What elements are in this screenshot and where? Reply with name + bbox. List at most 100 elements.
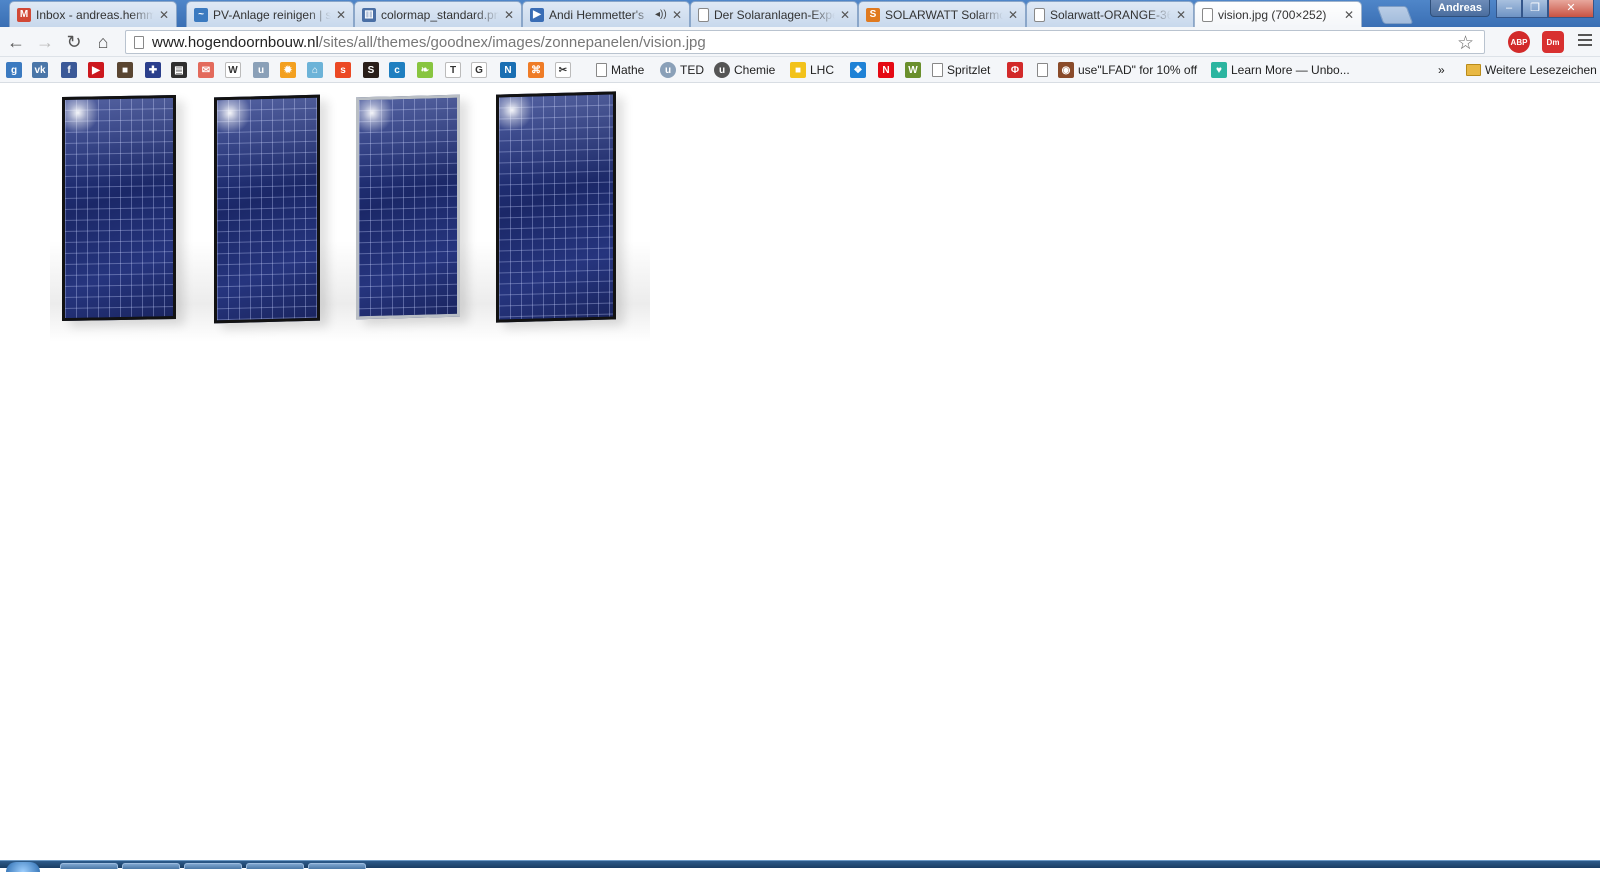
bookmark-wikipedia[interactable]: W <box>225 62 241 78</box>
tab-close-icon[interactable]: ✕ <box>503 9 515 21</box>
tab-title: Solarwatt-ORANGE-36 <box>1050 7 1171 22</box>
tab-close-icon[interactable]: ✕ <box>1007 9 1019 21</box>
uk-flag-icon: ✚ <box>145 62 161 78</box>
profile-button[interactable]: Andreas <box>1430 0 1491 17</box>
coupon-icon: ◉ <box>1058 62 1074 78</box>
bookmark-tu[interactable]: u <box>253 62 269 78</box>
tab-close-icon[interactable]: ✕ <box>839 9 851 21</box>
bookmark-star-icon[interactable]: ☆ <box>1457 32 1474 55</box>
tab-6[interactable]: S SOLARWATT Solarmodule ✕ <box>858 1 1026 27</box>
mail-icon: ✉ <box>198 62 214 78</box>
bookmark-spritzlet[interactable]: Spritzlet <box>932 62 990 78</box>
page-icon <box>596 63 607 77</box>
bookmark-sun[interactable]: ✹ <box>280 62 296 78</box>
bookmark-mail[interactable]: ✉ <box>198 62 214 78</box>
bookmark-g-site[interactable]: G <box>471 62 487 78</box>
t-icon: T <box>445 62 461 78</box>
bookmark-photo-site[interactable]: ■ <box>117 62 133 78</box>
bookmark-label: Spritzlet <box>947 63 991 77</box>
photo-site-icon: ■ <box>117 62 133 78</box>
back-button[interactable]: ← <box>5 31 27 53</box>
bookmark-label: LHC <box>810 63 835 77</box>
bookmark-t[interactable]: T <box>445 62 461 78</box>
start-button[interactable] <box>6 862 40 872</box>
bookmark-stumbleupon[interactable]: s <box>335 62 351 78</box>
tab-close-icon[interactable]: ✕ <box>1175 9 1187 21</box>
download-manager-icon[interactable]: Dm <box>1542 31 1564 53</box>
tab-title: Der Solaranlagen-Experte <box>714 7 835 22</box>
taskbar-item-other[interactable] <box>308 863 366 869</box>
tu-chemie-icon: u <box>714 62 730 78</box>
bookmark-ndr[interactable]: N <box>500 62 516 78</box>
sun-icon: ✹ <box>280 62 296 78</box>
bookmark-youtube[interactable]: ▶ <box>88 62 104 78</box>
bookmark-mathe[interactable]: Mathe <box>596 62 644 78</box>
minimize-button[interactable]: – <box>1496 0 1522 18</box>
close-window-button[interactable]: ✕ <box>1548 0 1594 18</box>
bookmark-label: use"LFAD" for 10% off <box>1078 63 1198 77</box>
tab-close-icon[interactable]: ✕ <box>1343 9 1355 21</box>
new-tab-button[interactable] <box>1376 6 1414 24</box>
tab-1[interactable]: M Inbox - andreas.hemmetter ✕ <box>9 1 177 27</box>
bookmark-netflix[interactable]: N <box>878 62 894 78</box>
adblock-plus-icon[interactable]: ABP <box>1508 31 1530 53</box>
address-bar[interactable]: www.hogendoornbouw.nl/sites/all/themes/g… <box>125 30 1485 54</box>
audio-playing-icon[interactable]: ◂)) <box>655 9 667 20</box>
forward-button[interactable]: → <box>34 31 56 53</box>
bookmark-vk[interactable]: vk <box>32 62 48 78</box>
tab-close-icon[interactable]: ✕ <box>335 9 347 21</box>
bookmark-lhc[interactable]: ■ LHC <box>790 62 834 78</box>
other-bookmarks-label: Weitere Lesezeichen <box>1485 63 1597 77</box>
bookmark-shop[interactable]: ▤ <box>171 62 187 78</box>
bookmark-ted[interactable]: u TED <box>660 62 704 78</box>
url-text[interactable]: www.hogendoornbouw.nl/sites/all/themes/g… <box>152 34 706 51</box>
tab-title: colormap_standard.png <box>381 7 499 22</box>
tab-7[interactable]: Solarwatt-ORANGE-36 ✕ <box>1026 1 1194 27</box>
orange-icon: ⌘ <box>528 62 544 78</box>
bookmark-boat[interactable]: ⌂ <box>307 62 323 78</box>
tab-close-icon[interactable]: ✕ <box>671 9 683 21</box>
maximize-button[interactable]: ❐ <box>1522 0 1548 18</box>
tab-8[interactable]: vision.jpg (700×252) ✕ <box>1194 1 1362 27</box>
bookmark-label: Learn More — Unbo... <box>1231 63 1350 77</box>
bookmark-chemie[interactable]: u Chemie <box>714 62 775 78</box>
bookmark-learn-more[interactable]: ♥ Learn More — Unbo... <box>1211 62 1350 78</box>
taskbar-item-chrome[interactable] <box>246 863 304 869</box>
gmail-icon: M <box>17 7 31 22</box>
bookmark-blank[interactable] <box>1037 62 1048 78</box>
taskbar-item-app[interactable] <box>184 863 242 869</box>
bookmark-dropbox[interactable]: ❖ <box>850 62 866 78</box>
bookmark-lcwo[interactable]: W <box>905 62 921 78</box>
bookmark-tool[interactable]: ✂ <box>555 62 571 78</box>
dark-app-icon: S <box>363 62 379 78</box>
bookmark-leaf[interactable]: ❧ <box>417 62 433 78</box>
reload-button[interactable]: ↻ <box>63 31 85 53</box>
bookmark-refresh-site[interactable]: c <box>389 62 405 78</box>
tab-5[interactable]: Der Solaranlagen-Experte ✕ <box>690 1 858 27</box>
bookmark-lfad[interactable]: ◉ use"LFAD" for 10% off <box>1058 62 1197 78</box>
tab-title: Inbox - andreas.hemmetter <box>36 7 154 22</box>
tab-close-icon[interactable]: ✕ <box>158 9 170 21</box>
other-bookmarks-folder[interactable]: Weitere Lesezeichen <box>1466 62 1597 78</box>
tab-4[interactable]: ▶ Andi Hemmetter's ◂)) ✕ <box>522 1 690 27</box>
windows-taskbar <box>0 860 1600 872</box>
solarwatt-icon: S <box>866 7 880 22</box>
boat-icon: ⌂ <box>307 62 323 78</box>
tab-title: PV-Anlage reinigen | solar <box>213 7 331 22</box>
bookmark-orange[interactable]: ⌘ <box>528 62 544 78</box>
google-plus-icon: g <box>6 62 22 78</box>
home-button[interactable]: ⌂ <box>92 31 114 53</box>
bookmark-google-plus[interactable]: g <box>6 62 22 78</box>
taskbar-item-browser[interactable] <box>122 863 180 869</box>
bookmark-dark-app[interactable]: S <box>363 62 379 78</box>
tab-3[interactable]: ▥ colormap_standard.png ✕ <box>354 1 522 27</box>
bookmark-facebook[interactable]: f <box>61 62 77 78</box>
taskbar-item-explorer[interactable] <box>60 863 118 869</box>
tab-2[interactable]: ~ PV-Anlage reinigen | solar ✕ <box>186 1 354 27</box>
dropbox-icon: ❖ <box>850 62 866 78</box>
lcwo-icon: W <box>905 62 921 78</box>
bookmark-uk-flag[interactable]: ✚ <box>145 62 161 78</box>
bookmarks-overflow-button[interactable]: » <box>1438 62 1445 78</box>
chrome-menu-icon[interactable] <box>1578 34 1592 49</box>
bookmark-phi[interactable]: Φ <box>1007 62 1023 78</box>
